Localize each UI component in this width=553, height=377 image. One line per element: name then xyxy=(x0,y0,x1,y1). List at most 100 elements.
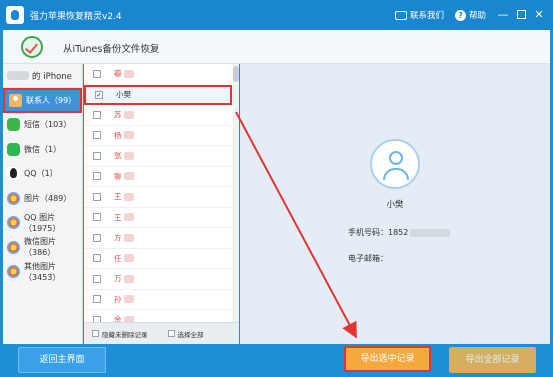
contact-name: 小樊 xyxy=(386,200,404,210)
close-button[interactable]: ✕ xyxy=(533,9,545,21)
itunes-backup-icon xyxy=(21,36,43,58)
sidebar-item-qq[interactable]: QQ（1） xyxy=(3,162,82,187)
row-checkbox[interactable] xyxy=(93,254,101,263)
export-selected-button[interactable]: 导出选中记录 xyxy=(344,346,431,372)
contact-detail-panel: 小樊 手机号码：1852 电子邮箱： xyxy=(240,64,550,344)
phone-value: 1852 xyxy=(388,228,409,237)
sidebar-item-label: 微信（1） xyxy=(24,144,62,154)
sidebar-item-wechat-photos[interactable]: 微信图片（386） xyxy=(3,235,82,260)
hide-deleted-option[interactable]: 隐藏未删除记录 xyxy=(92,329,148,339)
name-redacted xyxy=(123,192,134,201)
bottom-bar: 返回主界面 导出选中记录 导出全部记录 xyxy=(3,344,550,374)
contact-row[interactable]: 任 xyxy=(84,249,232,269)
sidebar-item-qq-photos[interactable]: QQ 图片（1975） xyxy=(3,211,82,236)
sidebar-item-label: 微信图片（386） xyxy=(24,237,56,258)
scrollbar-thumb[interactable] xyxy=(233,66,239,82)
contact-row-name: 万 xyxy=(114,274,122,284)
list-scrollbar[interactable] xyxy=(233,64,239,322)
sidebar-item-other-photos[interactable]: 其他图片（3453） xyxy=(3,260,82,285)
contacts-icon xyxy=(9,93,22,107)
row-checkbox[interactable] xyxy=(93,213,101,222)
name-redacted xyxy=(123,151,134,160)
sms-icon xyxy=(7,118,20,132)
contact-row[interactable]: ✓ 小樊 xyxy=(84,84,232,105)
row-checkbox[interactable] xyxy=(93,172,101,181)
contact-row[interactable]: 瓣 xyxy=(84,64,232,85)
row-checkbox[interactable]: ✓ xyxy=(95,90,103,99)
app-logo-icon xyxy=(6,6,24,24)
select-all-label: 选择全部 xyxy=(177,330,204,339)
help-icon: ? xyxy=(455,9,466,21)
name-redacted xyxy=(123,69,134,78)
contact-row-name: 余 xyxy=(114,315,122,322)
wechat-photos-icon xyxy=(7,240,20,254)
contact-row[interactable]: 万 xyxy=(84,269,232,290)
device-label: 的 iPhone xyxy=(32,71,72,82)
sidebar-item-label: 短信（103） xyxy=(24,120,72,130)
contact-row-name: 王 xyxy=(114,192,122,202)
photos-icon xyxy=(7,191,20,205)
name-redacted xyxy=(123,274,134,283)
maximize-button[interactable] xyxy=(515,9,527,21)
qq-icon xyxy=(7,167,20,181)
row-checkbox[interactable] xyxy=(93,110,101,119)
sidebar-item-sms[interactable]: 短信（103） xyxy=(3,113,82,138)
row-checkbox[interactable] xyxy=(93,151,101,160)
phone-field: 手机号码：1852 xyxy=(348,227,451,238)
row-checkbox[interactable] xyxy=(93,192,101,201)
mode-header: 从iTunes备份文件恢复 xyxy=(3,30,550,64)
export-all-button[interactable]: 导出全部记录 xyxy=(449,347,536,373)
sidebar-item-label: QQ（1） xyxy=(24,169,58,179)
contact-row-name: 小樊 xyxy=(116,90,131,100)
contact-row-name: 孙 xyxy=(114,294,122,304)
contact-list-panel: 瓣✓小樊苏杨张聊王王方任万孙余刘 隐藏未删除记录 选择全部 xyxy=(84,64,239,344)
select-all-checkbox[interactable] xyxy=(167,330,175,337)
name-redacted xyxy=(123,254,134,263)
contact-row-name: 杨 xyxy=(114,130,122,140)
contact-row[interactable]: 王 xyxy=(84,208,232,228)
email-label: 电子邮箱： xyxy=(348,254,388,263)
contact-row-name: 任 xyxy=(114,253,122,263)
name-redacted xyxy=(123,295,134,304)
sidebar-item-wechat[interactable]: 微信（1） xyxy=(3,137,82,162)
sidebar-item-contacts[interactable]: 联系人（99） xyxy=(3,88,82,113)
sidebar-item-photos[interactable]: 图片（489） xyxy=(3,186,82,211)
name-redacted xyxy=(123,233,134,242)
hide-deleted-checkbox[interactable] xyxy=(92,330,99,337)
help-label: 帮助 xyxy=(469,11,487,21)
name-redacted xyxy=(123,172,134,181)
device-item[interactable]: 的 iPhone xyxy=(3,64,82,88)
name-redacted xyxy=(123,110,134,119)
device-name-redacted xyxy=(7,71,29,80)
row-checkbox[interactable] xyxy=(93,131,101,140)
contact-row[interactable]: 杨 xyxy=(84,126,232,146)
contact-row-name: 聊 xyxy=(114,171,122,181)
contact-row[interactable]: 张 xyxy=(84,146,232,167)
contact-row[interactable]: 方 xyxy=(84,228,232,249)
row-checkbox[interactable] xyxy=(93,69,101,78)
row-checkbox[interactable] xyxy=(93,295,101,304)
row-checkbox[interactable] xyxy=(93,274,101,283)
row-checkbox[interactable] xyxy=(93,233,101,242)
contact-row[interactable]: 孙 xyxy=(84,290,232,310)
contact-us-button[interactable]: 联系我们 xyxy=(395,9,444,21)
contact-row[interactable]: 余 xyxy=(84,310,232,322)
minimize-button[interactable]: — xyxy=(497,9,509,21)
contact-row[interactable]: 王 xyxy=(84,187,232,208)
contact-row[interactable]: 苏 xyxy=(84,105,232,126)
contact-row-name: 瓣 xyxy=(114,69,122,79)
name-redacted xyxy=(123,213,134,222)
contact-us-label: 联系我们 xyxy=(410,11,445,21)
other-photos-icon xyxy=(7,265,20,279)
contact-row-name: 张 xyxy=(114,151,122,161)
select-all-option[interactable]: 选择全部 xyxy=(167,329,204,339)
category-sidebar: 的 iPhone 联系人（99） 短信（103） 微信（1） QQ（1） 图片（489）… xyxy=(3,64,83,344)
contact-row[interactable]: 聊 xyxy=(84,167,232,187)
back-to-main-button[interactable]: 返回主界面 xyxy=(18,347,106,373)
help-button[interactable]: ? 帮助 xyxy=(455,9,486,21)
phone-redacted xyxy=(410,228,451,237)
title-bar: 强力苹果恢复精灵v2.4 联系我们 ? 帮助 — ✕ xyxy=(0,0,553,30)
contact-row-name: 王 xyxy=(114,212,122,222)
qq-photos-icon xyxy=(7,216,20,230)
contact-row-name: 苏 xyxy=(114,110,122,120)
